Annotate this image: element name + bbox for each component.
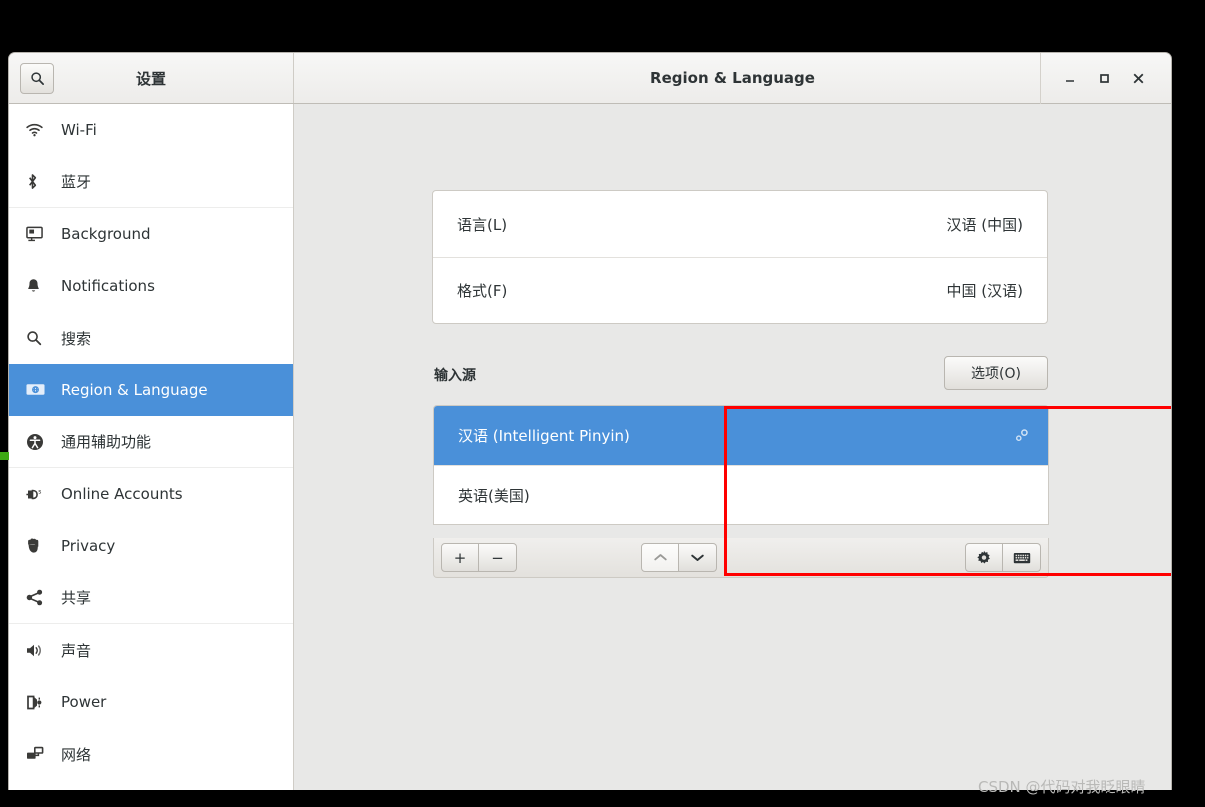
format-label: 格式(F) (457, 282, 508, 300)
sidebar-item-label: 声音 (61, 641, 92, 660)
chevron-down-icon (691, 554, 704, 561)
maximize-icon (1100, 74, 1109, 83)
sidebar-item-label: 蓝牙 (61, 173, 92, 191)
language-label: 语言(L) (457, 215, 508, 234)
sidebar-item-label: 搜索 (61, 329, 92, 348)
close-icon (1133, 73, 1143, 83)
sidebar-item-accessibility[interactable]: 通用辅助功能 (9, 416, 293, 468)
remove-input-source-button[interactable]: − (479, 543, 517, 572)
sidebar-item-label: 共享 (61, 589, 92, 607)
sidebar-item-power[interactable]: Power (9, 676, 293, 728)
search-icon (26, 330, 52, 346)
window-titlebar: 设置 Region & Language (9, 53, 1171, 104)
input-sources-toolbar: + − (433, 538, 1049, 578)
add-remove-group: + − (441, 543, 517, 572)
bell-icon (26, 278, 52, 295)
sidebar-item-label: 网络 (61, 745, 92, 764)
keyboard-shortcuts-button[interactable] (1003, 543, 1041, 572)
privacy-hand-icon (26, 538, 52, 554)
input-settings-button[interactable] (965, 543, 1003, 572)
sharing-icon (26, 589, 52, 606)
sidebar-header: 设置 (9, 53, 294, 103)
sound-icon (26, 643, 52, 658)
input-source-row[interactable]: 汉语 (Intelligent Pinyin) (434, 406, 1048, 465)
move-up-button[interactable] (641, 543, 679, 572)
move-group (641, 543, 717, 572)
language-row[interactable]: 语言(L) 汉语 (中国) (433, 191, 1047, 257)
minimize-icon (1066, 80, 1074, 82)
background-icon (26, 226, 52, 242)
close-button[interactable] (1121, 61, 1155, 95)
sidebar-item-sound[interactable]: 声音 (9, 624, 293, 676)
maximize-button[interactable] (1087, 61, 1121, 95)
search-button[interactable] (20, 62, 54, 94)
svg-text:s: s (38, 488, 41, 495)
sidebar-item-search[interactable]: 搜索 (9, 312, 293, 364)
sidebar-item-bluetooth[interactable]: 蓝牙 (9, 156, 293, 208)
window-controls (1040, 53, 1171, 104)
sidebar-item-label: Power (61, 693, 107, 711)
sidebar-item-label: Notifications (61, 277, 155, 295)
wifi-icon (26, 123, 52, 137)
sidebar-item-online-accounts[interactable]: s Online Accounts (9, 468, 293, 520)
sidebar-item-label: Region & Language (61, 381, 208, 399)
options-button[interactable]: 选项(O) (944, 356, 1048, 390)
sidebar-item-label: Background (61, 225, 151, 243)
language-value: 汉语 (中国) (946, 215, 1023, 234)
input-source-label: 英语(美国) (458, 486, 530, 505)
power-icon (26, 694, 52, 711)
language-format-card: 语言(L) 汉语 (中国) 格式(F) 中国 (汉语) (432, 190, 1048, 324)
input-source-row[interactable]: 英语(美国) (434, 465, 1048, 524)
move-down-button[interactable] (679, 543, 717, 572)
sidebar-item-privacy[interactable]: Privacy (9, 520, 293, 572)
minimize-button[interactable] (1053, 61, 1087, 95)
settings-group (965, 543, 1041, 572)
sidebar-item-background[interactable]: Background (9, 208, 293, 260)
sidebar: Wi-Fi 蓝牙 Background Notifications 搜索 Reg… (9, 104, 294, 790)
page-header: Region & Language (294, 53, 1171, 104)
keyboard-settings-group (965, 543, 1041, 572)
sidebar-item-label: Online Accounts (61, 485, 183, 503)
online-accounts-icon: s (26, 487, 52, 502)
sidebar-item-label: Wi-Fi (61, 121, 97, 139)
bluetooth-icon (26, 173, 52, 190)
sidebar-item-sharing[interactable]: 共享 (9, 572, 293, 624)
settings-window: 设置 Region & Language Wi-Fi 蓝牙 Background… (8, 52, 1172, 790)
search-icon (30, 71, 44, 85)
sidebar-item-wifi[interactable]: Wi-Fi (9, 104, 293, 156)
titlebar-separator (1040, 53, 1041, 104)
accessibility-icon (26, 433, 52, 451)
add-input-source-button[interactable]: + (441, 543, 479, 572)
region-language-icon (26, 383, 52, 397)
sidebar-item-notifications[interactable]: Notifications (9, 260, 293, 312)
network-icon (26, 746, 52, 762)
sidebar-item-label: Privacy (61, 537, 116, 555)
format-row[interactable]: 格式(F) 中国 (汉语) (433, 257, 1047, 323)
gear-icon (977, 550, 990, 563)
input-source-label: 汉语 (Intelligent Pinyin) (458, 427, 630, 445)
sidebar-item-label: 通用辅助功能 (61, 433, 152, 451)
keyboard-icon (1013, 552, 1030, 563)
sidebar-item-network[interactable]: 网络 (9, 728, 293, 780)
chevron-up-icon (653, 554, 667, 561)
window-body: Wi-Fi 蓝牙 Background Notifications 搜索 Reg… (9, 104, 1171, 790)
preferences-gear-icon[interactable] (1013, 427, 1030, 444)
format-value: 中国 (汉语) (946, 282, 1023, 300)
input-sources-list: 汉语 (Intelligent Pinyin) 英语(美国) (433, 405, 1049, 525)
sidebar-item-region-language[interactable]: Region & Language (9, 364, 293, 416)
screen-edge-artifact (0, 452, 9, 460)
input-sources-heading: 输入源 (434, 368, 476, 384)
main-content: 语言(L) 汉语 (中国) 格式(F) 中国 (汉语) 输入源 选项(O) 汉语… (294, 104, 1171, 790)
